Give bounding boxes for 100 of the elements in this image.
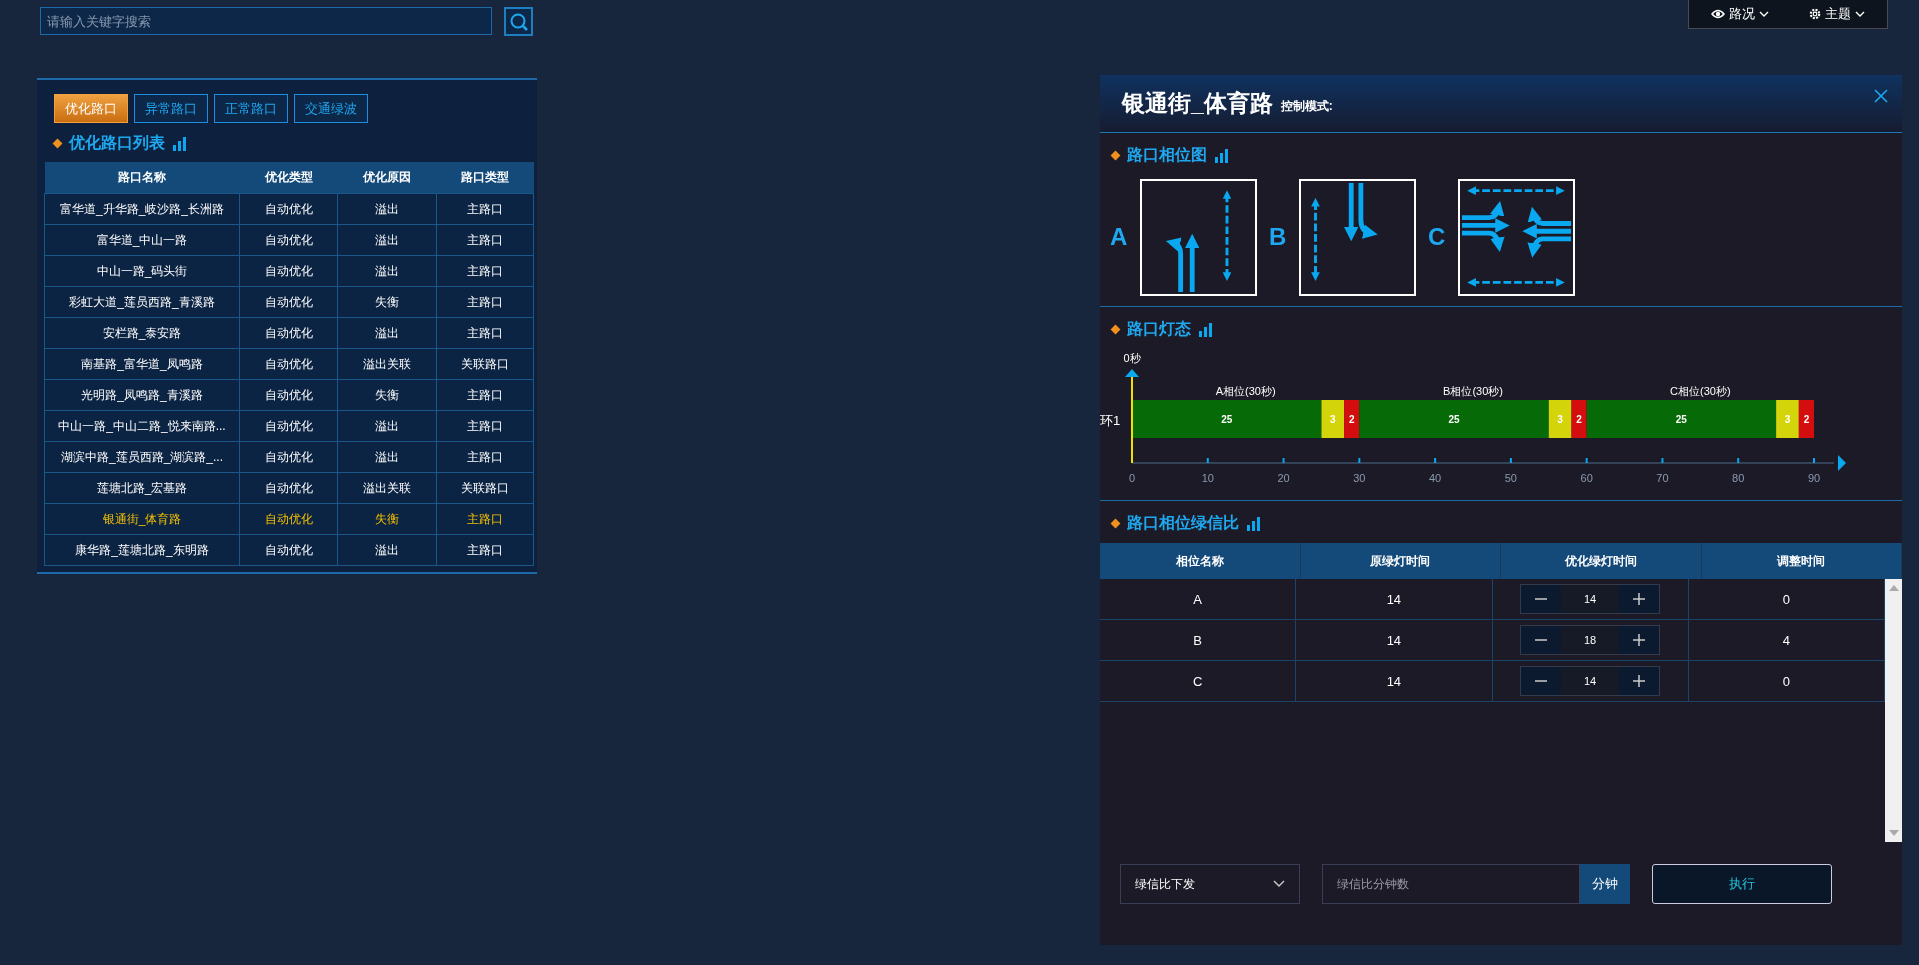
table-cell: 关联路口 (436, 348, 534, 380)
table-cell: A (1100, 579, 1297, 619)
plus-icon (1633, 634, 1646, 646)
table-cell: 主路口 (436, 193, 534, 225)
table-cell: 失衡 (337, 286, 437, 318)
table-cell: 溢出 (337, 441, 437, 473)
table-cell: B (1100, 620, 1297, 660)
unit-button[interactable]: 分钟 (1580, 864, 1630, 904)
table-cell: 南基路_富华道_凤鸣路 (44, 348, 240, 380)
number-stepper[interactable]: 14 (1520, 584, 1661, 614)
table-cell: 主路口 (436, 410, 534, 442)
table-cell: 自动优化 (239, 379, 338, 411)
search-button[interactable] (504, 7, 533, 36)
settings-icon (1809, 8, 1821, 20)
table-cell: 自动优化 (239, 472, 338, 504)
bar-value-label: 2 (1348, 414, 1355, 425)
minus-icon (1535, 680, 1548, 682)
bar-value-label: 3 (1784, 414, 1791, 425)
bar-value-label: 25 (1221, 414, 1233, 425)
column-header: 优化原因 (337, 162, 437, 194)
plus-icon (1633, 593, 1646, 605)
table-cell: 中山一路_中山二路_悦来南路... (44, 410, 240, 442)
stepper-value: 18 (1583, 633, 1598, 648)
table-row[interactable]: 银通街_体育路 自动优化 失衡 主路口 (44, 503, 534, 535)
minutes-field[interactable]: 绿信比分钟数 (1322, 864, 1580, 904)
table-row[interactable]: 莲塘北路_宏基路 自动优化 溢出关联 关联路口 (44, 472, 534, 504)
tick-label: 70 (1656, 472, 1669, 484)
table-cell: C (1100, 661, 1297, 701)
increment-button[interactable] (1619, 585, 1660, 613)
table-cell: 溢出 (337, 410, 437, 442)
column-header: 优化类型 (239, 162, 338, 194)
tab[interactable]: 异常路口 (134, 94, 208, 123)
tick-label: 80 (1732, 472, 1745, 484)
tick-label: 20 (1277, 472, 1290, 484)
section-title: 路口灯态 (1127, 319, 1191, 339)
bar-chart-icon (173, 136, 186, 151)
bar-value-label: 3 (1557, 414, 1563, 425)
table-cell: 失衡 (337, 503, 437, 535)
close-button[interactable] (1874, 89, 1888, 103)
table-row[interactable]: 富华道_升华路_岐沙路_长洲路 自动优化 溢出 主路口 (44, 193, 534, 225)
scroll-up-icon (1888, 585, 1899, 591)
dropdown[interactable]: 绿信比下发 (1120, 864, 1300, 904)
menu-dropdown[interactable]: 主题 (1809, 5, 1865, 23)
table-cell: 主路口 (436, 317, 534, 349)
table-row[interactable]: 安栏路_泰安路 自动优化 溢出 主路口 (44, 317, 534, 349)
table-row[interactable]: 康华路_莲塘北路_东明路 自动优化 溢出 主路口 (44, 534, 534, 566)
table-cell: 富华道_升华路_岐沙路_长洲路 (44, 193, 240, 225)
decrement-button[interactable] (1521, 626, 1562, 654)
table-cell: 自动优化 (239, 534, 338, 566)
table-cell: 溢出 (337, 193, 437, 225)
section-title: 路口相位图 (1127, 145, 1207, 165)
section-title: 优化路口列表 (69, 133, 165, 153)
table-row[interactable]: 湖滨中路_莲员西路_湖滨路_... 自动优化 溢出 主路口 (44, 441, 534, 473)
table-row[interactable]: 光明路_凤鸣路_青溪路 自动优化 失衡 主路口 (44, 379, 534, 411)
decrement-button[interactable] (1521, 585, 1562, 613)
bar-chart-icon (1247, 516, 1260, 531)
column-header: 路口类型 (436, 162, 534, 194)
bar-value-label: 3 (1330, 414, 1336, 425)
phase-annotation: C相位(30秒) (1670, 385, 1731, 397)
bar-chart-icon (1199, 322, 1212, 337)
increment-button[interactable] (1619, 626, 1660, 654)
table-cell: 湖滨中路_莲员西路_湖滨路_... (44, 441, 240, 473)
table-cell: 自动优化 (239, 255, 338, 287)
tick-label: 40 (1429, 472, 1442, 484)
plus-icon (1633, 675, 1646, 687)
table-cell: 主路口 (436, 379, 534, 411)
table-cell: 关联路口 (436, 472, 534, 504)
execute-button[interactable]: 执行 (1652, 864, 1832, 904)
chevron-down-icon (1759, 10, 1769, 18)
control-mode-label: 控制模式: (1280, 98, 1333, 115)
table-cell: 主路口 (436, 534, 534, 566)
table-row[interactable]: 中山一路_中山二路_悦来南路... 自动优化 溢出 主路口 (44, 410, 534, 442)
search-field[interactable]: 请输入关键字搜索 (40, 7, 492, 35)
table-row[interactable]: 彩虹大道_莲员西路_青溪路 自动优化 失衡 主路口 (44, 286, 534, 318)
increment-button[interactable] (1619, 667, 1660, 695)
tab[interactable]: 正常路口 (214, 94, 288, 123)
phase-label: B (1269, 223, 1288, 251)
table-cell: 溢出 (337, 317, 437, 349)
table-cell: 自动优化 (239, 224, 338, 256)
tick-label: 60 (1580, 472, 1593, 484)
phase-annotation: A相位(30秒) (1215, 385, 1276, 397)
scrollbar[interactable] (1885, 579, 1902, 842)
minus-icon (1535, 598, 1548, 600)
table-cell: 康华路_莲塘北路_东明路 (44, 534, 240, 566)
table-row[interactable]: 南基路_富华道_凤鸣路 自动优化 溢出关联 关联路口 (44, 348, 534, 380)
menu-dropdown[interactable]: 路况 (1711, 5, 1769, 23)
decrement-button[interactable] (1521, 667, 1562, 695)
table-cell: 14 (1296, 661, 1493, 701)
tab[interactable]: 交通绿波 (294, 94, 368, 123)
table-row[interactable]: 中山一路_码头街 自动优化 溢出 主路口 (44, 255, 534, 287)
number-stepper[interactable]: 14 (1520, 666, 1661, 696)
table-cell: 溢出关联 (337, 472, 437, 504)
number-stepper[interactable]: 18 (1520, 625, 1661, 655)
chevron-down-icon (1273, 880, 1285, 888)
table-row[interactable]: 富华道_中山一路 自动优化 溢出 主路口 (44, 224, 534, 256)
table-cell: 14 (1296, 620, 1493, 660)
tick-label: 50 (1504, 472, 1517, 484)
table-cell: 主路口 (436, 224, 534, 256)
column-header: 相位名称 (1100, 543, 1301, 579)
table-cell: 莲塘北路_宏基路 (44, 472, 240, 504)
